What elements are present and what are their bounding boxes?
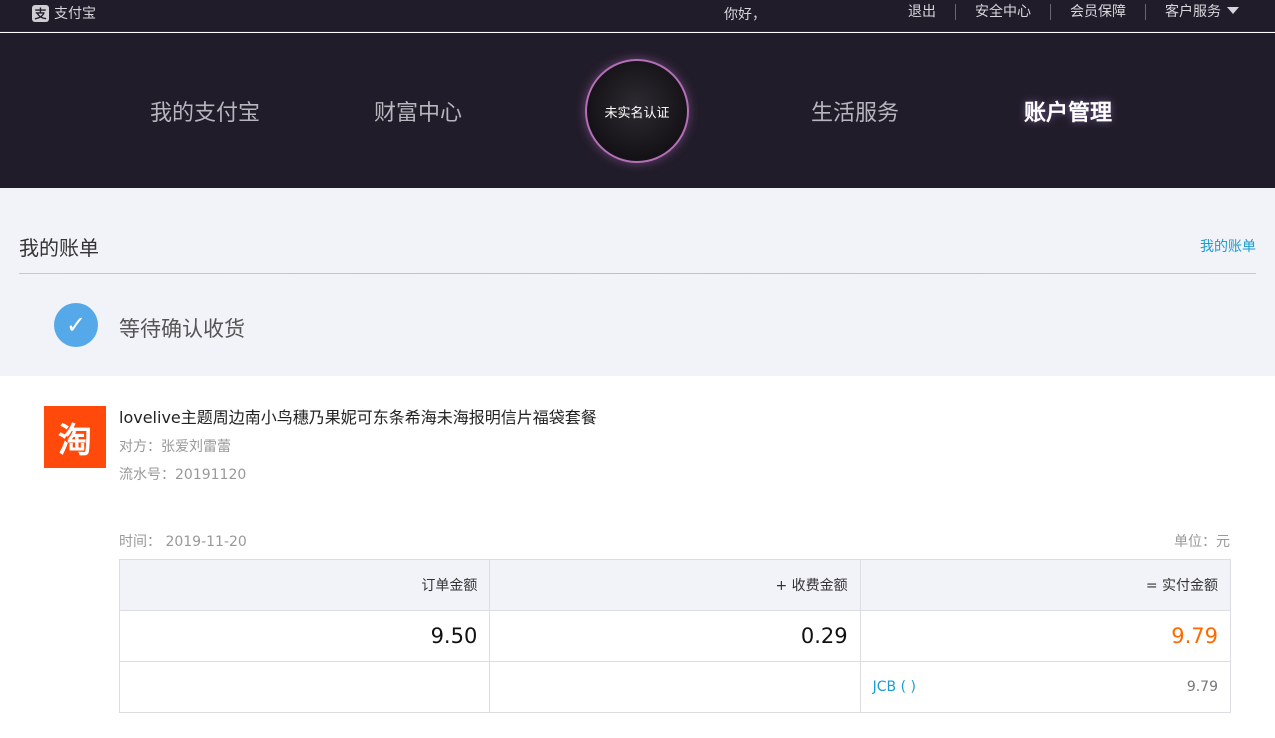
currency-unit: 单位：元 — [1174, 534, 1230, 550]
avatar[interactable]: 未实名认证 — [585, 59, 689, 163]
order-amount-value: 9.50 — [118, 610, 491, 662]
check-icon: ✓ — [54, 303, 98, 347]
main-nav: 我的支付宝 财富中心 未实名认证 生活服务 账户管理 — [0, 33, 1275, 188]
security-center-link[interactable]: 安全中心 — [955, 4, 1050, 20]
nav-life-services[interactable]: 生活服务 — [811, 95, 899, 127]
alipay-logo-icon: 支 — [32, 4, 49, 22]
alipay-logo[interactable]: 支 支付宝 — [32, 4, 96, 22]
top-bar: 支 支付宝 你好， 退出 安全中心 会员保障 客户服务 — [0, 0, 1275, 32]
amount-table: 订单金额 + 收费金额 = 实付金额 9.50 0.29 9.79 JCB ( … — [118, 559, 1232, 713]
fee-amount-value: 0.29 — [489, 610, 861, 662]
page-title: 我的账单 — [19, 236, 99, 260]
transaction-time: 时间： 2019-11-20 — [119, 534, 247, 550]
customer-service-label: 客户服务 — [1165, 4, 1221, 20]
payment-row: JCB ( ) 9.79 — [118, 661, 1232, 713]
nav-my-alipay[interactable]: 我的支付宝 — [150, 95, 260, 127]
table-header-row: 订单金额 + 收费金额 = 实付金额 — [118, 559, 1232, 611]
order-status: 等待确认收货 — [119, 317, 245, 341]
nav-account-management[interactable]: 账户管理 — [1024, 95, 1112, 127]
bill-header-section: 我的账单 我的账单 ✓ 等待确认收货 — [0, 188, 1275, 376]
payment-method-link[interactable]: JCB ( ) — [873, 679, 916, 695]
divider — [19, 273, 1256, 274]
caret-down-icon — [1227, 7, 1239, 14]
empty-cell — [118, 661, 491, 713]
alipay-logo-text: 支付宝 — [54, 6, 96, 22]
table-row: 9.50 0.29 9.79 — [118, 610, 1232, 662]
counterparty: 对方：张爱刘雷蕾 — [119, 439, 231, 455]
logout-link[interactable]: 退出 — [889, 4, 955, 20]
avatar-verify-label: 未实名认证 — [604, 105, 670, 121]
member-protection-link[interactable]: 会员保障 — [1050, 4, 1145, 20]
greeting-text: 你好， — [724, 7, 766, 23]
order-amount-header: 订单金额 — [118, 559, 491, 611]
paid-amount-header: = 实付金额 — [859, 559, 1232, 611]
my-bill-link[interactable]: 我的账单 — [1200, 236, 1256, 256]
empty-cell — [489, 661, 861, 713]
taobao-icon: 淘 — [44, 406, 106, 468]
top-links: 退出 安全中心 会员保障 客户服务 — [889, 4, 1239, 20]
paid-amount-value: 9.79 — [859, 610, 1232, 662]
fee-amount-header: + 收费金额 — [489, 559, 861, 611]
item-title[interactable]: lovelive主题周边南小鸟穗乃果妮可东条希海未海报明信片福袋套餐 — [119, 404, 597, 428]
nav-wealth-center[interactable]: 财富中心 — [374, 95, 462, 127]
payment-amount: 9.79 — [1186, 679, 1218, 695]
payment-detail-cell: JCB ( ) 9.79 — [859, 661, 1232, 713]
customer-service-menu[interactable]: 客户服务 — [1145, 4, 1239, 20]
serial-number: 流水号：20191120 — [119, 467, 247, 483]
